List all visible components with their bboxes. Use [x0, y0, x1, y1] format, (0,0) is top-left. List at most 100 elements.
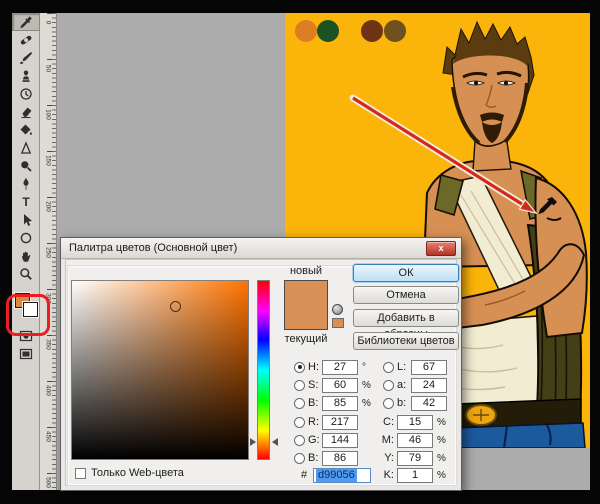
ruler-label: 150 — [45, 154, 52, 168]
input-s[interactable] — [322, 378, 358, 393]
dialog-title-bar[interactable]: Палитра цветов (Основной цвет) x — [61, 238, 461, 259]
new-current-swatch — [284, 280, 328, 330]
radio-b[interactable] — [294, 398, 305, 409]
unit-b: % — [362, 398, 371, 409]
label-s: S: — [308, 379, 322, 391]
input-h[interactable] — [322, 360, 358, 375]
hue-slider-marker-left[interactable] — [250, 438, 256, 446]
ruler-label: 300 — [45, 292, 52, 306]
ruler-label: 250 — [45, 246, 52, 260]
unit-m: % — [437, 435, 446, 446]
radio-b3[interactable] — [383, 398, 394, 409]
unit-k: % — [437, 470, 446, 481]
unit-c: % — [437, 417, 446, 428]
screen-mode-tool[interactable] — [12, 345, 40, 363]
ellipse-tool[interactable] — [12, 229, 40, 247]
radio-a[interactable] — [383, 380, 394, 391]
label-r: R: — [308, 416, 322, 428]
hex-input[interactable]: d99056 — [313, 468, 371, 483]
ruler-label: 350 — [45, 338, 52, 352]
ruler-label: 500 — [45, 476, 52, 490]
add-to-swatches-button[interactable]: Добавить в образцы — [353, 309, 459, 327]
ruler-label: 450 — [45, 430, 52, 444]
input-l[interactable] — [411, 360, 447, 375]
new-color-label: новый — [280, 265, 332, 277]
label-b2: B: — [308, 452, 322, 464]
screen-mode-icon — [19, 347, 33, 361]
ruler-label: 200 — [45, 200, 52, 214]
dialog-title: Палитра цветов (Основной цвет) — [69, 242, 237, 254]
pen-tool[interactable] — [12, 175, 40, 193]
sharpen-tool[interactable] — [12, 139, 40, 157]
path-selection-tool[interactable] — [12, 211, 40, 229]
input-a[interactable] — [411, 378, 447, 393]
label-a: a: — [397, 379, 411, 391]
gamut-swatch[interactable] — [332, 318, 344, 328]
gamut-warning-icon[interactable] — [332, 304, 343, 315]
input-b2[interactable] — [322, 451, 358, 466]
radio-h[interactable] — [294, 362, 305, 373]
input-b3[interactable] — [411, 396, 447, 411]
current-color-label: текущий — [280, 333, 332, 345]
color-libraries-button[interactable]: Библиотеки цветов — [353, 332, 459, 350]
input-k[interactable] — [397, 468, 433, 483]
healing-brush-tool[interactable] — [12, 31, 40, 49]
radio-s[interactable] — [294, 380, 305, 391]
label-h: H: — [308, 361, 322, 373]
saturation-brightness-field[interactable] — [71, 280, 249, 460]
label-g: G: — [308, 434, 322, 446]
eraser-tool[interactable] — [12, 103, 40, 121]
hue-slider[interactable] — [257, 280, 270, 460]
label-y: Y: — [372, 452, 397, 464]
close-button[interactable]: x — [426, 241, 456, 256]
color-dot-brown — [384, 20, 406, 42]
radio-b2[interactable] — [294, 453, 305, 464]
radio-r[interactable] — [294, 417, 305, 428]
zoom-tool[interactable] — [12, 265, 40, 283]
ruler-label: 400 — [45, 384, 52, 398]
unit-h: ° — [362, 362, 366, 373]
input-y[interactable] — [397, 451, 433, 466]
color-dot-green — [317, 20, 339, 42]
web-colors-label: Только Web-цвета — [91, 467, 184, 479]
current-color-swatch — [285, 305, 327, 329]
type-tool[interactable]: T — [12, 193, 40, 211]
color-dot-orange — [295, 20, 317, 42]
input-b[interactable] — [322, 396, 358, 411]
brush-tool[interactable] — [12, 49, 40, 67]
paint-bucket-tool[interactable] — [12, 121, 40, 139]
vertical-ruler: 050100150200250300350400450500 — [40, 13, 57, 490]
web-colors-checkbox[interactable] — [75, 468, 86, 479]
input-r[interactable] — [322, 415, 358, 430]
label-c: C: — [372, 416, 397, 428]
history-brush-tool[interactable] — [12, 85, 40, 103]
quick-mask-tool[interactable] — [12, 327, 40, 345]
radio-g[interactable] — [294, 435, 305, 446]
color-picker-dialog: Палитра цветов (Основной цвет) x новый т… — [60, 237, 462, 491]
color-swatches[interactable] — [12, 291, 40, 327]
input-m[interactable] — [397, 433, 433, 448]
label-b: B: — [308, 397, 322, 409]
web-colors-option[interactable]: Только Web-цвета — [75, 467, 184, 479]
ruler-label: 100 — [45, 108, 52, 122]
cancel-button[interactable]: Отмена — [353, 286, 459, 304]
label-b3: b: — [397, 397, 411, 409]
input-c[interactable] — [397, 415, 433, 430]
unit-s: % — [362, 380, 371, 391]
color-field-marker[interactable] — [170, 301, 181, 312]
ok-button[interactable]: ОК — [353, 264, 459, 282]
hue-slider-marker-right[interactable] — [272, 438, 278, 446]
hand-tool[interactable] — [12, 247, 40, 265]
background-color-swatch[interactable] — [23, 302, 38, 317]
eyedropper-tool[interactable] — [12, 13, 40, 31]
label-k: K: — [372, 469, 397, 481]
dodge-tool[interactable] — [12, 157, 40, 175]
clone-stamp-tool[interactable] — [12, 67, 40, 85]
hex-prefix-label: # — [301, 469, 313, 481]
radio-l[interactable] — [383, 362, 394, 373]
label-l: L: — [397, 361, 411, 373]
unit-y: % — [437, 453, 446, 464]
input-g[interactable] — [322, 433, 358, 448]
hex-value-selected: d99056 — [316, 469, 357, 482]
label-m: M: — [372, 434, 397, 446]
